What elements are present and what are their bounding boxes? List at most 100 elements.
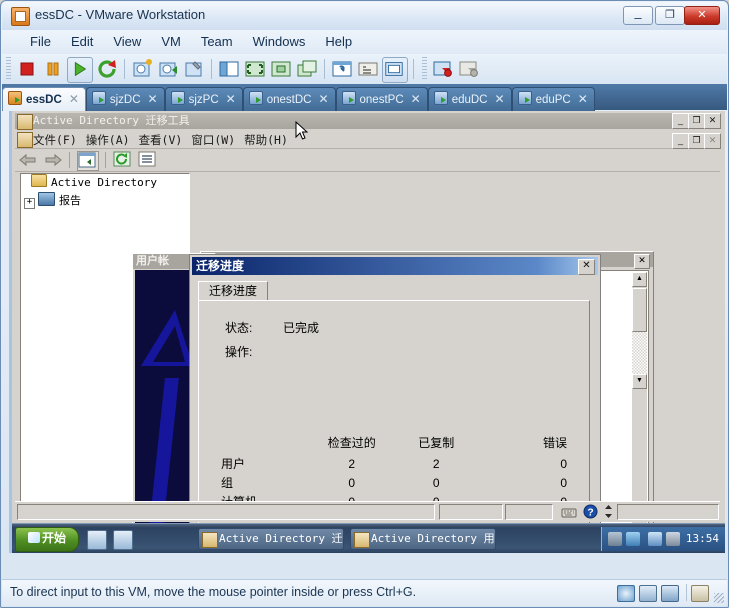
menu-team[interactable]: Team [191,30,243,53]
vm-tab-essdc[interactable]: essDC ✕ [2,87,86,111]
vmware-tools-icon[interactable] [648,532,662,546]
close-button[interactable]: ✕ [684,6,720,25]
vm-tab-sjzdc[interactable]: sjzDC ✕ [85,87,165,111]
dialog-title-text: 迁移进度 [196,259,245,273]
network-icon[interactable] [617,585,635,602]
menu-help[interactable]: Help [315,30,362,53]
template-icon[interactable] [457,57,481,81]
vm-tab-sjzpc[interactable]: sjzPC ✕ [164,87,243,111]
shared-folder-icon[interactable] [661,585,679,602]
maximize-button[interactable]: ❐ [655,6,685,25]
manage-snapshots-icon[interactable] [182,57,206,81]
list-view-icon[interactable] [138,151,158,169]
tree-node-active-directory[interactable]: Active Directory [21,174,189,192]
shield-ok-icon[interactable] [608,532,622,546]
show-sidebar-icon[interactable] [217,57,241,81]
console-view-icon[interactable] [382,57,408,83]
power-off-icon[interactable] [15,57,39,81]
vm-tab-onestpc[interactable]: onestPC ✕ [335,87,428,111]
taskbar-item-aduc[interactable]: Active Directory 用... [350,528,496,550]
table-header-row: 检查过的 已复制 错误 [213,433,577,454]
message-log-icon[interactable] [691,585,709,602]
vm-tab-label: essDC [26,94,62,106]
menu-windows[interactable]: Windows [243,30,316,53]
show-tree-icon[interactable] [77,151,99,171]
ie-icon[interactable] [113,530,133,550]
status-value: 已完成 [283,321,320,335]
fullscreen-icon[interactable] [243,57,267,81]
tab-close-icon[interactable]: ✕ [69,88,79,110]
back-icon[interactable] [18,151,38,169]
volume-muted-icon[interactable] [666,532,680,546]
resize-grip[interactable] [714,593,724,603]
settings-icon[interactable] [330,57,354,81]
forward-icon[interactable] [43,151,63,169]
dialog-close-button[interactable]: ✕ [578,259,595,275]
admt-menu-window[interactable]: 窗口(W) [191,130,244,148]
admt-system-menu-icon[interactable] [17,132,33,148]
tab-close-icon[interactable]: ✕ [495,88,505,110]
admt-minimize-button[interactable]: _ [672,113,689,129]
help-icon[interactable]: ? [583,504,598,519]
tree-node-reports[interactable]: + 报告 [21,192,189,210]
scroll-down-icon[interactable]: ▼ [632,374,647,389]
banner-triangle-inner [153,326,185,362]
child-close-button[interactable]: ✕ [704,133,721,149]
status-field-3 [505,504,553,520]
tab-close-icon[interactable]: ✕ [318,88,328,110]
folder-icon [31,174,47,187]
admt-title-text: Active Directory 迁移工具 [33,114,190,127]
admt-menu-help[interactable]: 帮助(H) [244,130,297,148]
vm-guest-screen[interactable]: Active Directory 迁移工具 _ ❐ ✕ 文件(F) 操作(A) … [9,111,725,553]
admt-close-button[interactable]: ✕ [704,113,721,129]
taskbar-clock[interactable]: 13:54 [686,532,719,545]
admt-maximize-button[interactable]: ❐ [688,113,705,129]
scrollbar-thumb[interactable] [632,288,647,332]
network-icon[interactable] [626,532,640,546]
vm-tab-onestdc[interactable]: onestDC ✕ [242,87,336,111]
menu-edit[interactable]: Edit [61,30,103,53]
reset-icon[interactable] [95,57,119,81]
scroll-up-icon[interactable]: ▲ [632,272,647,287]
tab-close-icon[interactable]: ✕ [578,88,588,110]
admt-menu-action[interactable]: 操作(A) [86,130,139,148]
vm-tab-edupc[interactable]: eduPC ✕ [511,87,595,111]
vm-tab-edudc[interactable]: eduDC ✕ [427,87,512,111]
toolbar-grip[interactable] [422,57,427,81]
summary-view-icon[interactable] [356,57,380,81]
taskbar-item-admt[interactable]: Active Directory 迁... [198,528,344,550]
start-label: 开始 [41,531,66,545]
usb-icon[interactable] [639,585,657,602]
admt-icon [17,114,33,130]
expand-icon[interactable]: + [24,198,35,209]
refresh-icon[interactable] [113,151,133,169]
menu-view[interactable]: View [103,30,151,53]
admt-menu-view[interactable]: 查看(V) [139,130,192,148]
tab-close-icon[interactable]: ✕ [226,88,236,110]
minimize-button[interactable]: – [623,6,653,25]
tab-close-icon[interactable]: ✕ [148,88,158,110]
maximize-icon: ❐ [692,135,701,145]
admt-menu-file[interactable]: 文件(F) [33,130,86,148]
take-snapshot-icon[interactable] [130,57,154,81]
window-title: essDC - VMware Workstation [35,7,206,22]
toolbar-separator [105,152,106,168]
revert-snapshot-icon[interactable] [156,57,180,81]
scrollbar-track[interactable] [632,332,647,374]
unity-icon[interactable] [269,57,293,81]
background-window-close-button[interactable]: ✕ [634,254,650,269]
child-maximize-button[interactable]: ❐ [688,133,705,149]
power-on-icon[interactable] [67,57,93,83]
clone-icon[interactable] [431,57,455,81]
start-button[interactable]: 开始 [15,527,79,552]
vmware-title-bar: essDC - VMware Workstation – ❐ ✕ [2,2,727,30]
suspend-icon[interactable] [41,57,65,81]
tab-close-icon[interactable]: ✕ [411,88,421,110]
toolbar-grip[interactable] [6,57,11,81]
menu-file[interactable]: File [20,30,61,53]
quick-switch-icon[interactable] [295,57,319,81]
show-desktop-icon[interactable] [87,530,107,550]
child-minimize-button[interactable]: _ [672,133,689,149]
tab-migration-progress[interactable]: 迁移进度 [198,281,269,302]
menu-vm[interactable]: VM [151,30,191,53]
